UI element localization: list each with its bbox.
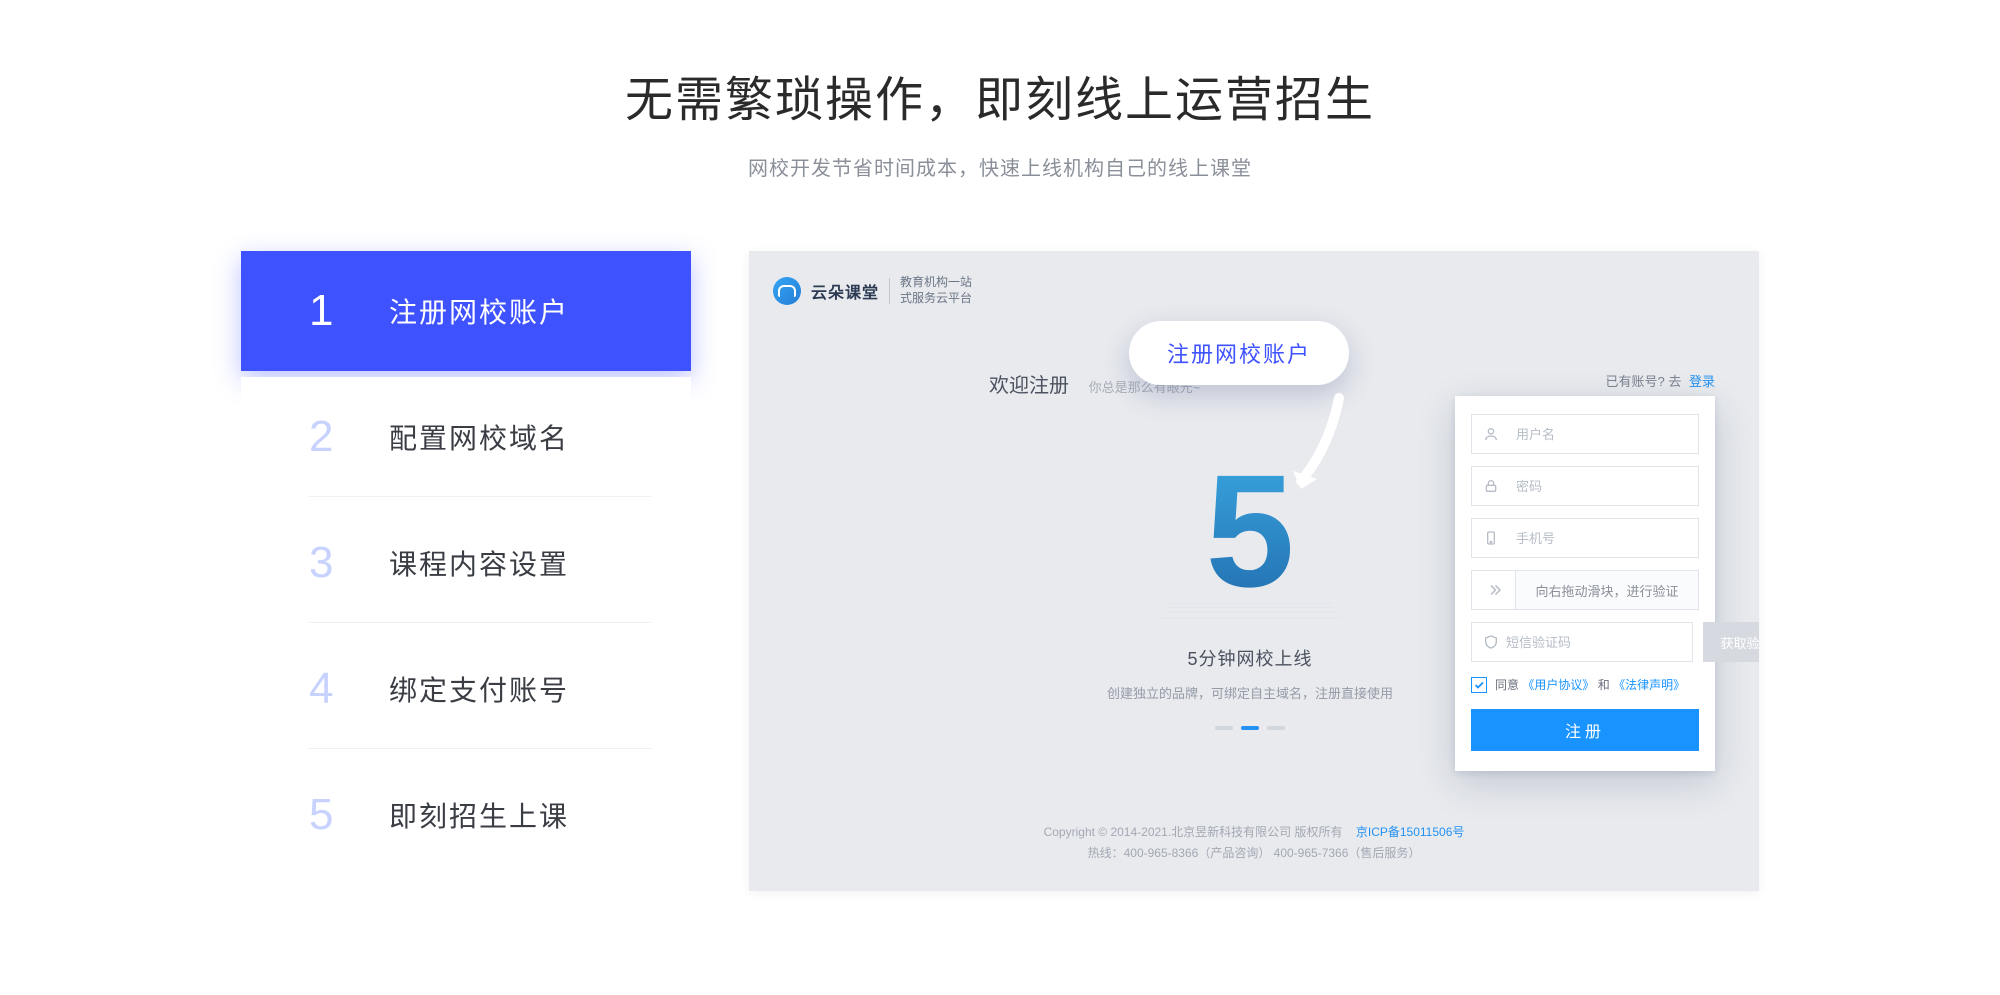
slide-dot[interactable] [1267, 726, 1285, 730]
user-icon [1482, 425, 1500, 443]
step-number: 3 [309, 538, 389, 588]
agree-text: 和 [1598, 678, 1610, 692]
logo-sub-line: 式服务云平台 [900, 291, 972, 305]
logo-sub: 教育机构一站 式服务云平台 [900, 275, 972, 306]
lock-icon [1482, 477, 1500, 495]
slide-indicator [1065, 726, 1435, 730]
step-list: 1 注册网校账户 2 配置网校域名 3 课程内容设置 4 绑定支付账号 5 即刻… [241, 251, 691, 891]
hotline-text: 热线：400-965-8366（产品咨询） 400-965-7366（售后服务） [749, 843, 1759, 865]
user-agreement-link[interactable]: 《用户协议》 [1522, 678, 1594, 692]
welcome-text: 欢迎注册 [989, 375, 1069, 397]
username-field[interactable] [1471, 414, 1699, 454]
slider-handle-icon[interactable] [1472, 571, 1516, 609]
get-code-button[interactable]: 获取验证码 [1703, 622, 1759, 662]
step-label: 绑定支付账号 [389, 669, 569, 709]
logo-sub-line: 教育机构一站 [900, 275, 972, 289]
hero-title: 无需繁琐操作，即刻线上运营招生 [0, 60, 2000, 130]
step-1[interactable]: 1 注册网校账户 [241, 251, 691, 371]
big-five-graphic: 5 [1206, 451, 1295, 611]
sms-code-field[interactable] [1471, 622, 1693, 662]
slider-captcha[interactable]: 向右拖动滑块，进行验证 [1471, 570, 1699, 610]
hero-header: 无需繁琐操作，即刻线上运营招生 网校开发节省时间成本，快速上线机构自己的线上课堂 [0, 0, 2000, 181]
hero-subtitle: 网校开发节省时间成本，快速上线机构自己的线上课堂 [0, 152, 2000, 181]
callout: 注册网校账户 [1129, 321, 1349, 393]
step-label: 配置网校域名 [389, 417, 569, 457]
agree-text: 同意 [1495, 678, 1519, 692]
slide-dot-active[interactable] [1241, 726, 1259, 730]
cloud-logo-icon [773, 277, 801, 305]
have-account-text: 已有账号? 去 [1606, 374, 1682, 389]
step-number: 1 [309, 286, 389, 336]
register-form: 向右拖动滑块，进行验证 获取验证码 [1455, 396, 1715, 771]
callout-bubble: 注册网校账户 [1129, 321, 1349, 385]
step-2[interactable]: 2 配置网校域名 [241, 377, 691, 497]
step-label: 注册网校账户 [389, 291, 569, 331]
illustration-sub: 创建独立的品牌，可绑定自主域名，注册直接使用 [1065, 683, 1435, 702]
step-3[interactable]: 3 课程内容设置 [241, 503, 691, 623]
preview-panel: 云朵课堂 教育机构一站 式服务云平台 欢迎注册 你总是那么有眼光~ 已有账号? … [749, 251, 1759, 891]
register-button[interactable]: 注册 [1471, 709, 1699, 751]
logo-bar: 云朵课堂 教育机构一站 式服务云平台 [773, 275, 972, 306]
step-number: 5 [309, 790, 389, 840]
step-label: 即刻招生上课 [389, 795, 569, 835]
step-4[interactable]: 4 绑定支付账号 [241, 629, 691, 749]
password-input[interactable] [1516, 479, 1692, 494]
agree-row: 同意 《用户协议》 和 《法律声明》 [1471, 676, 1699, 693]
legal-notice-link[interactable]: 《法律声明》 [1613, 678, 1685, 692]
illustration-title: 5分钟网校上线 [1065, 645, 1435, 671]
phone-field[interactable] [1471, 518, 1699, 558]
logo-divider [889, 278, 890, 304]
login-link[interactable]: 登录 [1689, 374, 1715, 389]
step-number: 4 [309, 664, 389, 714]
main-layout: 1 注册网校账户 2 配置网校域名 3 课程内容设置 4 绑定支付账号 5 即刻… [0, 251, 2000, 891]
copyright: Copyright © 2014-2021.北京昱新科技有限公司 版权所有 京I… [749, 822, 1759, 865]
agree-checkbox[interactable] [1471, 677, 1487, 693]
step-number: 2 [309, 412, 389, 462]
slide-dot[interactable] [1215, 726, 1233, 730]
have-account: 已有账号? 去 登录 [1606, 371, 1715, 390]
phone-icon [1482, 529, 1500, 547]
step-label: 课程内容设置 [389, 543, 569, 583]
phone-input[interactable] [1516, 531, 1692, 546]
sms-code-input[interactable] [1506, 635, 1682, 650]
illustration: 5 5分钟网校上线 创建独立的品牌，可绑定自主域名，注册直接使用 [1065, 451, 1435, 730]
shield-icon [1482, 633, 1500, 651]
step-5[interactable]: 5 即刻招生上课 [241, 755, 691, 875]
password-field[interactable] [1471, 466, 1699, 506]
username-input[interactable] [1516, 427, 1692, 442]
copyright-text: Copyright © 2014-2021.北京昱新科技有限公司 版权所有 [1044, 825, 1343, 839]
logo-text: 云朵课堂 [811, 279, 879, 303]
icp-link[interactable]: 京ICP备15011506号 [1356, 825, 1465, 839]
slider-text: 向右拖动滑块，进行验证 [1516, 581, 1698, 600]
